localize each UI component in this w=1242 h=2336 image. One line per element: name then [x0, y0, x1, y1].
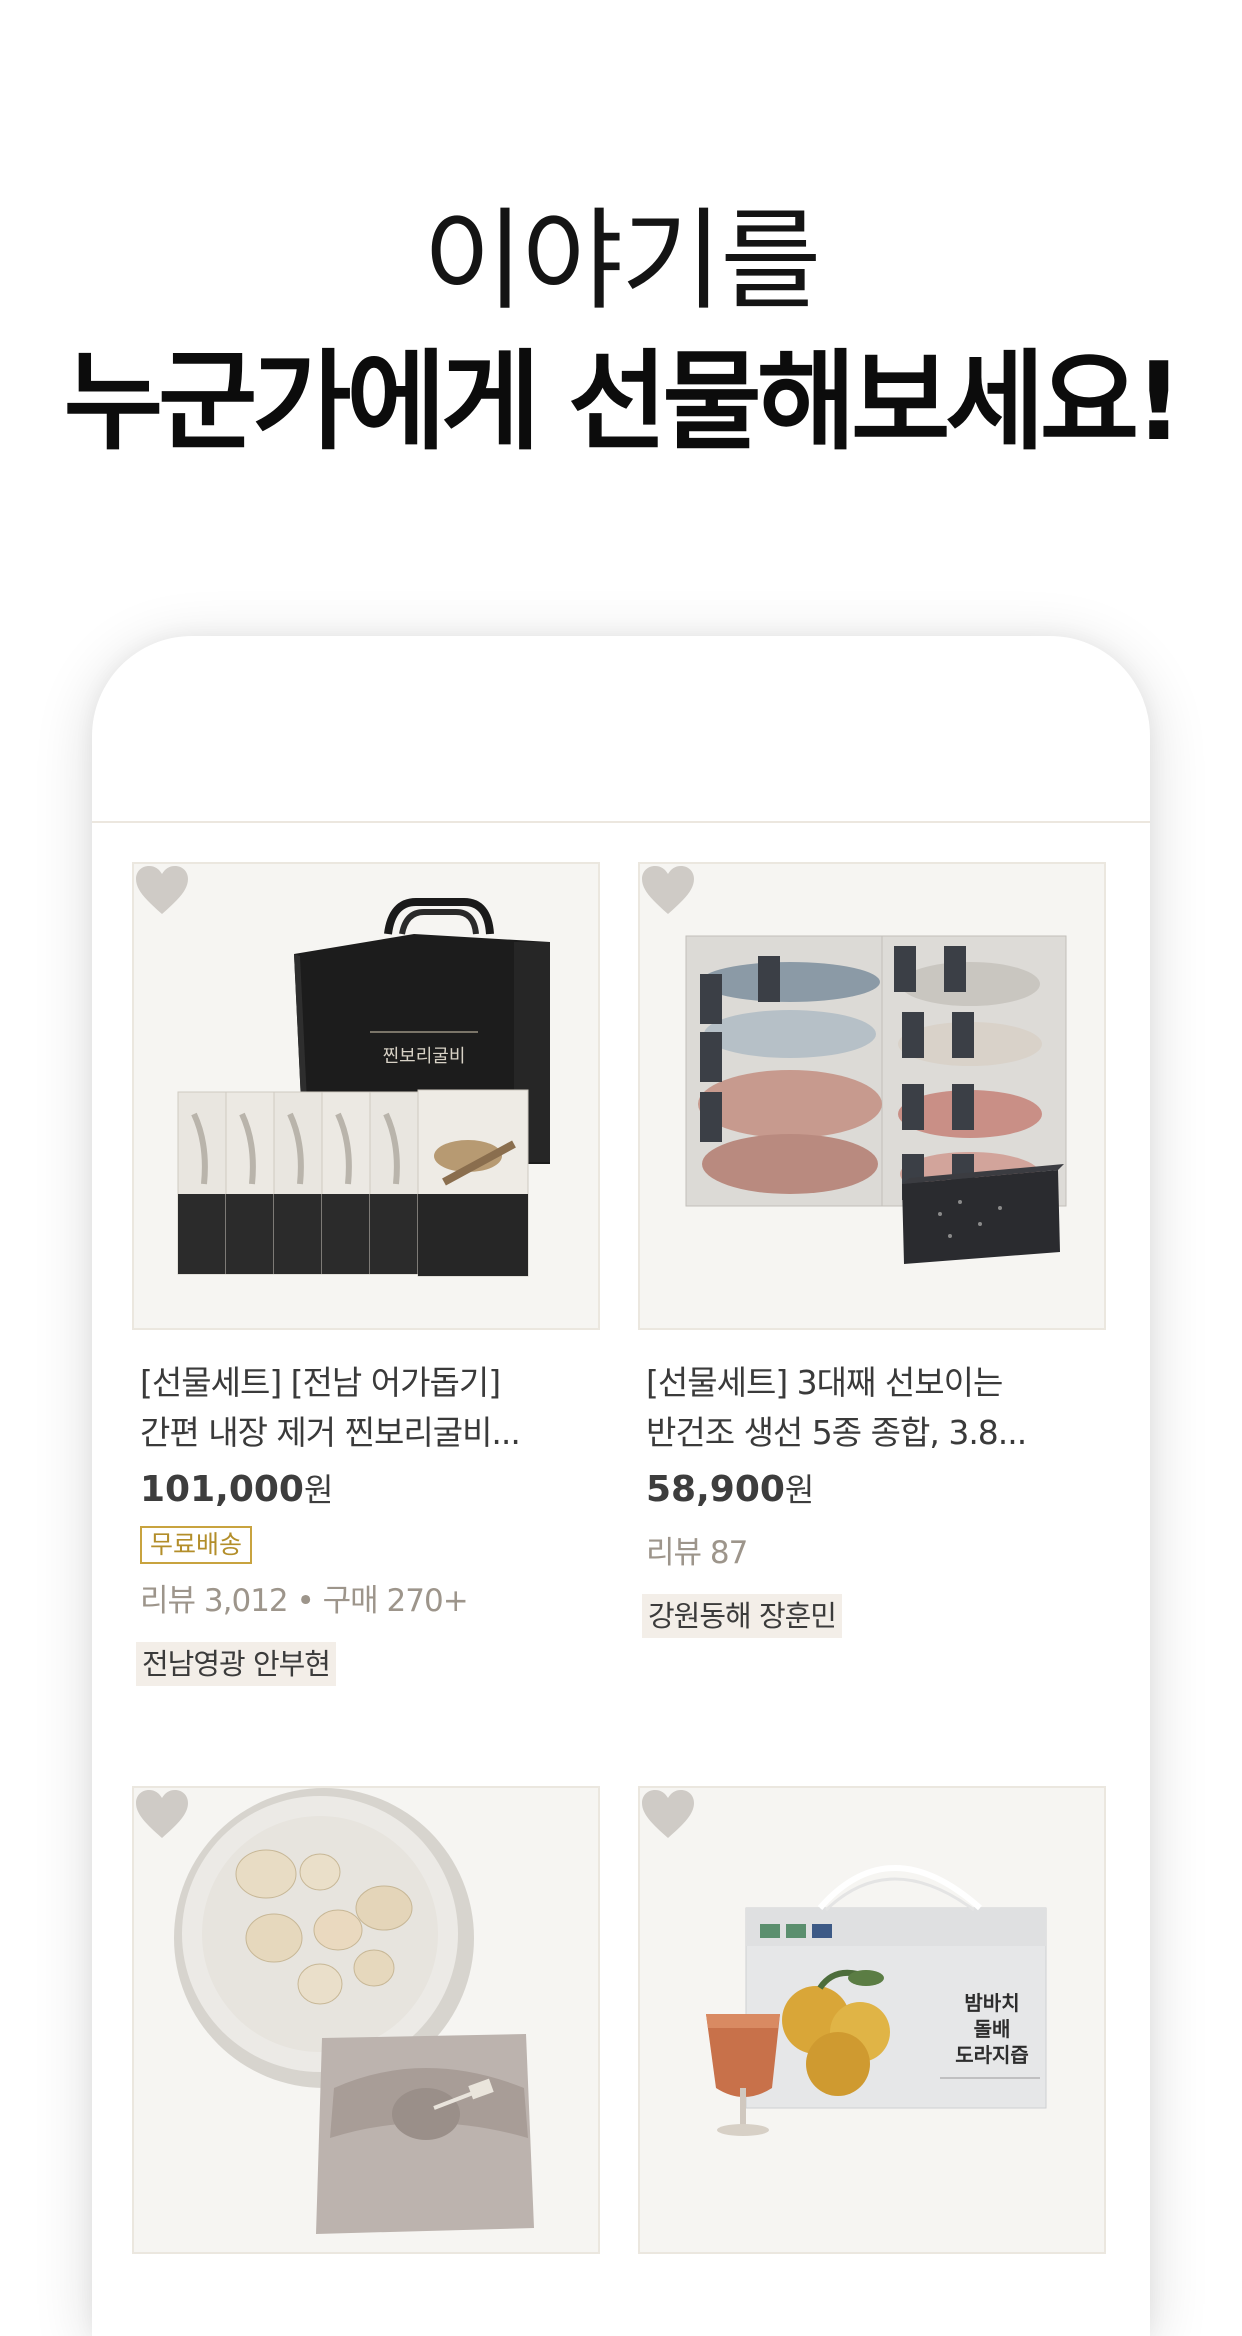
product-title[interactable]: [선물세트] 3대째 선보이는 반건조 생선 5종 종합, 3.8... [638, 1358, 1106, 1458]
bag-brand-text: 찐보리굴비 [383, 1046, 466, 1067]
headline-line-1: 이야기를 [422, 197, 822, 325]
review-count: 리뷰 87 [646, 1535, 748, 1571]
heart-icon[interactable] [134, 1788, 190, 1840]
product-image-dried-fish[interactable] [638, 862, 1106, 1330]
box-label-line-2: 돌배 [974, 2017, 1011, 2041]
box-label-line-1: 밤바치 [964, 1991, 1019, 2015]
app-top-bar [92, 636, 1150, 823]
heart-icon[interactable] [134, 864, 190, 916]
box-label-line-3: 도라지즙 [955, 2043, 1029, 2067]
product-card[interactable]: 찐보리굴비 [선물세트] [전남 어가돕기] 간편 내장 제거 찐보리굴비...… [132, 862, 600, 1686]
product-image-pear-juice[interactable]: 밤바치 돌배 도라지즙 [638, 1786, 1106, 2254]
product-title[interactable]: [선물세트] [전남 어가돕기] 간편 내장 제거 찐보리굴비... [132, 1358, 600, 1458]
product-card[interactable]: 밤바치 돌배 도라지즙 [638, 1786, 1106, 2254]
seller-name[interactable]: 전남영광 안부현 [136, 1642, 336, 1686]
product-image-rice-cakes[interactable] [132, 1786, 600, 2254]
product-price: 101,000원 [140, 1469, 334, 1510]
product-card[interactable] [132, 1786, 600, 2254]
headline-line-2: 누군가에게 선물해보세요! [63, 340, 1184, 465]
heart-icon[interactable] [640, 864, 696, 916]
seller-name[interactable]: 강원동해 장훈민 [642, 1594, 842, 1638]
product-image-dried-croaker[interactable]: 찐보리굴비 [132, 862, 600, 1330]
product-price: 58,900원 [646, 1469, 815, 1510]
phone-mockup: 찐보리굴비 [선물세트] [전남 어가돕기] 간편 내장 제거 찐보리굴비...… [92, 636, 1150, 2336]
product-card[interactable]: [선물세트] 3대째 선보이는 반건조 생선 5종 종합, 3.8... 58,… [638, 862, 1106, 1638]
review-purchase-count: 리뷰 3,012 • 구매 270+ [140, 1583, 469, 1619]
heart-icon[interactable] [640, 1788, 696, 1840]
free-shipping-badge: 무료배송 [140, 1526, 253, 1564]
